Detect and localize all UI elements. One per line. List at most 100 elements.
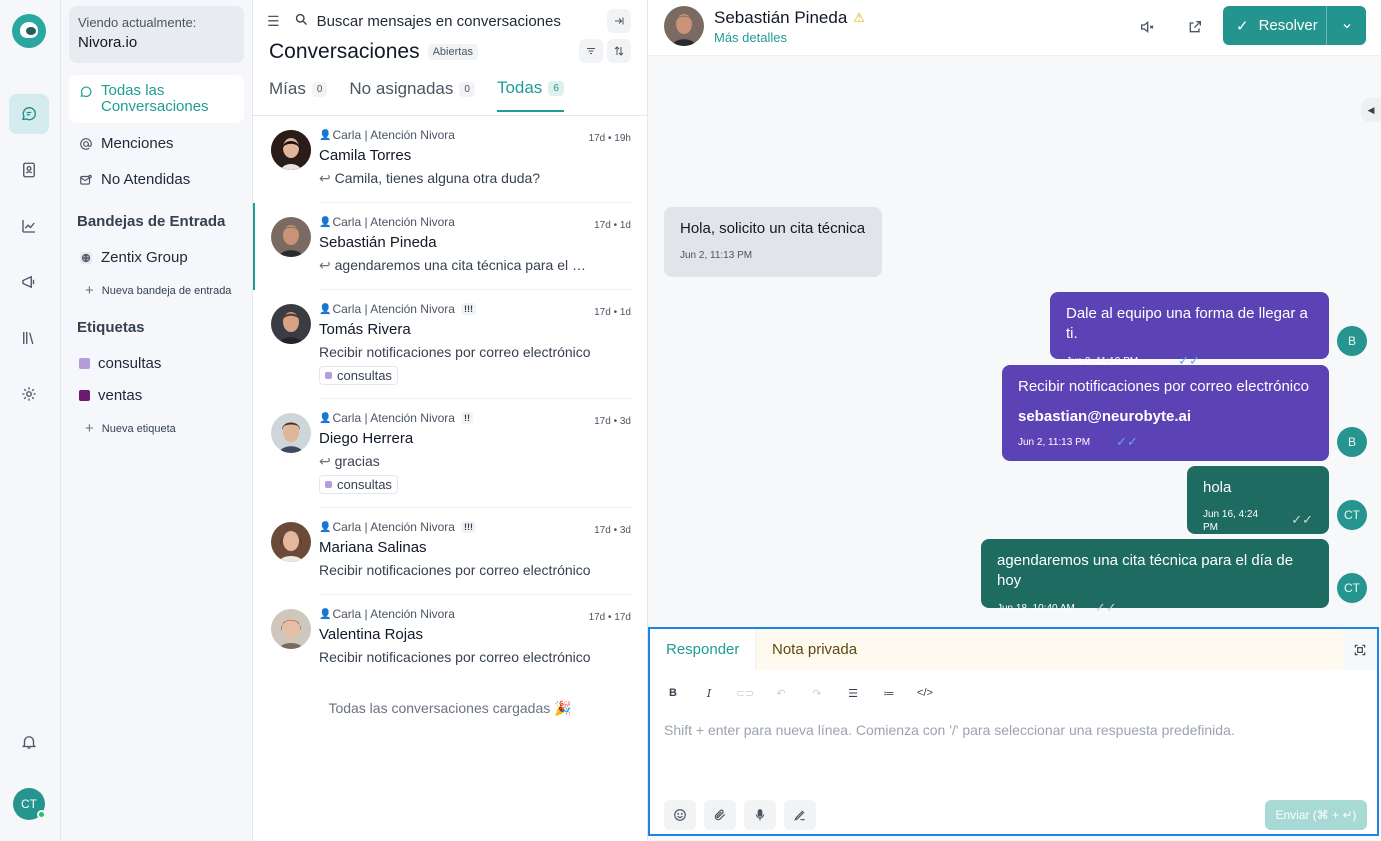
- gear-icon: [22, 387, 36, 401]
- link-button[interactable]: ⊂⊃: [736, 684, 754, 702]
- reports-nav-button[interactable]: [9, 206, 49, 246]
- message-time: Jun 2, 11:13 PM: [1018, 436, 1091, 448]
- sidebar-item-all-conversations[interactable]: Todas las Conversaciones: [69, 75, 244, 123]
- resolve-dropdown-button[interactable]: [1326, 6, 1366, 45]
- voice-button[interactable]: [744, 800, 776, 830]
- primary-rail: CT: [0, 0, 61, 841]
- more-details-link[interactable]: Más detalles: [714, 30, 787, 45]
- labels-heading: Etiquetas: [77, 319, 145, 336]
- undo-button[interactable]: ↶: [772, 684, 790, 702]
- settings-nav-button[interactable]: [9, 374, 49, 414]
- contact-header-name: Sebastián Pineda ⚠: [714, 8, 865, 28]
- conversation-item[interactable]: 👤 Carla | Atención Nivora !!! 17d • 3d M…: [253, 508, 647, 595]
- sender-avatar: CT: [1337, 500, 1367, 530]
- contact-name: Camila Torres: [319, 147, 412, 164]
- reply-input[interactable]: Shift + enter para nueva línea. Comienza…: [664, 722, 1235, 738]
- chat-header: Sebastián Pineda ⚠ Más detalles ✓ Resolv…: [648, 0, 1381, 56]
- filter-button[interactable]: [579, 39, 603, 63]
- bell-icon: [22, 736, 36, 749]
- campaigns-nav-button[interactable]: [9, 262, 49, 302]
- sender-avatar: B: [1337, 427, 1367, 457]
- conversations-nav-button[interactable]: [9, 94, 49, 134]
- search-input[interactable]: Buscar mensajes en conversaciones: [317, 13, 561, 30]
- last-message: Recibir notificaciones por correo electr…: [319, 344, 591, 360]
- sidebar-item-label-consultas[interactable]: consultas: [69, 355, 244, 372]
- last-message: ↩ agendaremos una cita técnica para el d…: [319, 257, 591, 274]
- label-color-swatch: [325, 372, 332, 379]
- redo-button[interactable]: ↷: [808, 684, 826, 702]
- reply-actions: [664, 800, 816, 830]
- message-text: Recibir notificaciones por correo electr…: [1018, 378, 1309, 395]
- code-button[interactable]: </>: [916, 684, 934, 702]
- tab-unassigned[interactable]: No asignadas 0: [349, 78, 475, 112]
- tab-count: 0: [311, 81, 328, 97]
- tab-all[interactable]: Todas 6: [496, 78, 564, 112]
- label-color-swatch: [79, 358, 90, 369]
- emoji-button[interactable]: [664, 800, 696, 830]
- numbered-list-button[interactable]: ≔: [880, 684, 898, 702]
- mute-button[interactable]: [1133, 13, 1161, 41]
- conversation-item[interactable]: 👤 Carla | Atención Nivora 17d • 17d Vale…: [253, 595, 647, 682]
- conversation-item[interactable]: 👤 Carla | Atención Nivora 17d • 1d Sebas…: [253, 203, 647, 290]
- conversation-item[interactable]: 👤 Carla | Atención Nivora !!! 17d • 1d T…: [253, 290, 647, 399]
- tab-mine[interactable]: Mías 0: [269, 78, 328, 112]
- bold-button[interactable]: B: [664, 684, 682, 702]
- last-message: Recibir notificaciones por correo electr…: [319, 562, 591, 578]
- conversation-tabs: Mías 0 No asignadas 0 Todas 6: [269, 78, 564, 112]
- contacts-nav-button[interactable]: [9, 150, 49, 190]
- attach-button[interactable]: [704, 800, 736, 830]
- share-button[interactable]: [1181, 13, 1209, 41]
- tab-reply[interactable]: Responder: [650, 629, 756, 670]
- reply-tabs: Responder Nota privada: [650, 629, 1377, 670]
- tab-private-note[interactable]: Nota privada: [756, 629, 1344, 670]
- new-inbox-button[interactable]: + Nueva bandeja de entrada: [85, 282, 231, 299]
- resolve-button[interactable]: ✓ Resolver: [1223, 6, 1366, 45]
- person-icon: 👤: [319, 608, 332, 620]
- contact-avatar: [271, 522, 311, 562]
- conversation-time: 17d • 1d: [594, 307, 631, 318]
- sidebar-item-inbox[interactable]: Zentix Group: [69, 249, 244, 266]
- account-switcher[interactable]: Viendo actualmente: Nivora.io: [69, 6, 244, 63]
- contact-name: Valentina Rojas: [319, 626, 423, 643]
- contact-avatar: [271, 304, 311, 344]
- speaker-mute-icon: [1141, 20, 1154, 34]
- resolve-main[interactable]: ✓ Resolver: [1223, 6, 1326, 45]
- fullscreen-button[interactable]: [1343, 629, 1377, 670]
- microphone-icon: [755, 809, 765, 821]
- sidebar-item-label-ventas[interactable]: ventas: [69, 387, 244, 404]
- signature-button[interactable]: [784, 800, 816, 830]
- share-icon: [1189, 21, 1201, 33]
- agent-name: Carla | Atención Nivora: [332, 607, 455, 621]
- sort-arrows-icon: [614, 46, 624, 56]
- user-avatar[interactable]: CT: [13, 788, 46, 820]
- message-time: Jun 18, 10:40 AM: [997, 602, 1075, 614]
- send-button[interactable]: Enviar (⌘ + ↵): [1265, 800, 1367, 830]
- app-logo[interactable]: [12, 14, 46, 48]
- contact-name: Sebastián Pineda: [319, 234, 437, 251]
- label-color-swatch: [325, 481, 332, 488]
- at-sign-icon: [80, 138, 92, 150]
- italic-button[interactable]: I: [700, 684, 718, 702]
- conversation-time: 17d • 3d: [594, 416, 631, 427]
- notifications-button[interactable]: [9, 722, 49, 762]
- sidebar-item-mentions[interactable]: Menciones: [69, 135, 244, 152]
- person-icon: 👤: [319, 216, 332, 228]
- collapse-panel-button[interactable]: [607, 9, 631, 33]
- sort-button[interactable]: [607, 39, 631, 63]
- conversation-time: 17d • 1d: [594, 220, 631, 231]
- pen-signature-icon: [794, 810, 805, 821]
- bullet-list-button[interactable]: ☰: [844, 684, 862, 702]
- secondary-sidebar: Viendo actualmente: Nivora.io Todas las …: [61, 0, 253, 841]
- contact-avatar: [271, 217, 311, 257]
- sidebar-item-unattended[interactable]: No Atendidas: [69, 171, 244, 188]
- status-badge[interactable]: Abiertas: [427, 44, 478, 60]
- contact-panel-toggle[interactable]: ◀: [1361, 98, 1381, 122]
- contact-avatar[interactable]: [664, 6, 704, 46]
- menu-icon[interactable]: ☰: [267, 13, 280, 30]
- conversation-item[interactable]: 👤 Carla | Atención Nivora !! 17d • 3d Di…: [253, 399, 647, 508]
- sidebar-item-label: Zentix Group: [101, 249, 188, 266]
- new-label-button[interactable]: + Nueva etiqueta: [85, 420, 176, 437]
- mail-unread-icon: [80, 174, 92, 185]
- conversation-item[interactable]: 👤 Carla | Atención Nivora 17d • 19h Cami…: [253, 116, 647, 203]
- library-nav-button[interactable]: [9, 318, 49, 358]
